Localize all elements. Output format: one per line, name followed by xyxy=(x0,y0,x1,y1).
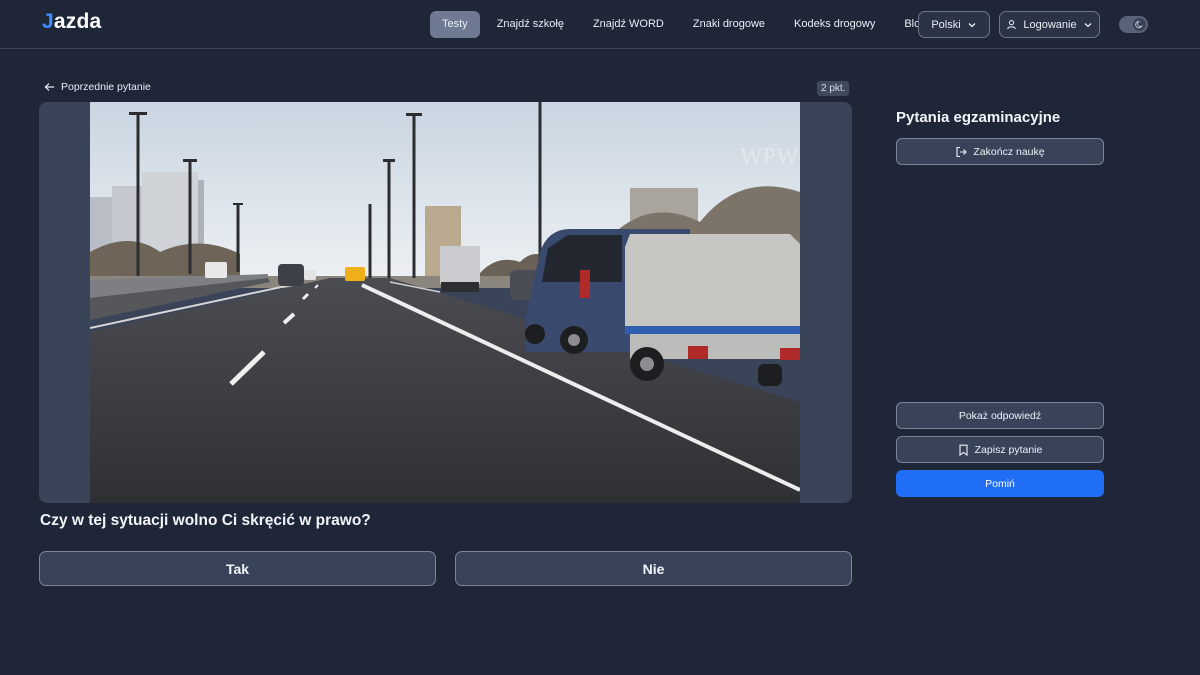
language-label: Polski xyxy=(931,18,961,31)
chevron-down-icon xyxy=(1084,22,1092,27)
previous-question-link[interactable]: Poprzednie pytanie xyxy=(44,81,151,93)
question-media: WPW xyxy=(39,102,852,503)
nav-item-find-word[interactable]: Znajdź WORD xyxy=(581,11,676,38)
brand-logo[interactable]: Jazda xyxy=(42,10,101,34)
finish-learning-label: Zakończ naukę xyxy=(973,145,1045,158)
arrow-left-icon xyxy=(44,83,55,91)
user-icon xyxy=(1007,20,1017,30)
bookmark-icon xyxy=(959,444,968,456)
moon-icon xyxy=(1135,20,1143,29)
previous-question-label: Poprzednie pytanie xyxy=(61,81,151,93)
language-select[interactable]: Polski xyxy=(918,11,990,38)
answer-no-button[interactable]: Nie xyxy=(455,551,852,586)
answer-yes-button[interactable]: Tak xyxy=(39,551,436,586)
image-watermark: WPW xyxy=(740,144,799,170)
skip-label: Pomiń xyxy=(985,477,1015,490)
logout-icon xyxy=(956,146,968,157)
nav-item-find-school[interactable]: Znajdź szkołę xyxy=(485,11,576,38)
nav-item-testy[interactable]: Testy xyxy=(430,11,480,38)
finish-learning-button[interactable]: Zakończ naukę xyxy=(896,138,1104,165)
login-button[interactable]: Logowanie xyxy=(999,11,1100,38)
save-question-label: Zapisz pytanie xyxy=(974,443,1043,456)
road-scene-image: WPW xyxy=(90,102,800,503)
points-badge: 2 pkt. xyxy=(817,81,850,96)
login-label: Logowanie xyxy=(1023,18,1077,31)
question-text: Czy w tej sytuacji wolno Ci skręcić w pr… xyxy=(40,512,371,529)
top-navbar: Jazda Testy Znajdź szkołę Znajdź WORD Zn… xyxy=(0,0,1200,49)
skip-button[interactable]: Pomiń xyxy=(896,470,1104,497)
chevron-down-icon xyxy=(968,22,976,27)
nav-item-road-signs[interactable]: Znaki drogowe xyxy=(681,11,777,38)
save-question-button[interactable]: Zapisz pytanie xyxy=(896,436,1104,463)
main-nav: Testy Znajdź szkołę Znajdź WORD Znaki dr… xyxy=(430,11,943,38)
show-answer-button[interactable]: Pokaż odpowiedź xyxy=(896,402,1104,429)
nav-item-traffic-code[interactable]: Kodeks drogowy xyxy=(782,11,887,38)
sidebar-title: Pytania egzaminacyjne xyxy=(896,109,1061,126)
theme-toggle[interactable] xyxy=(1119,16,1148,33)
toggle-knob xyxy=(1133,18,1146,31)
logo-text: azda xyxy=(53,10,102,33)
show-answer-label: Pokaż odpowiedź xyxy=(958,409,1042,422)
logo-mark: J xyxy=(42,10,54,33)
